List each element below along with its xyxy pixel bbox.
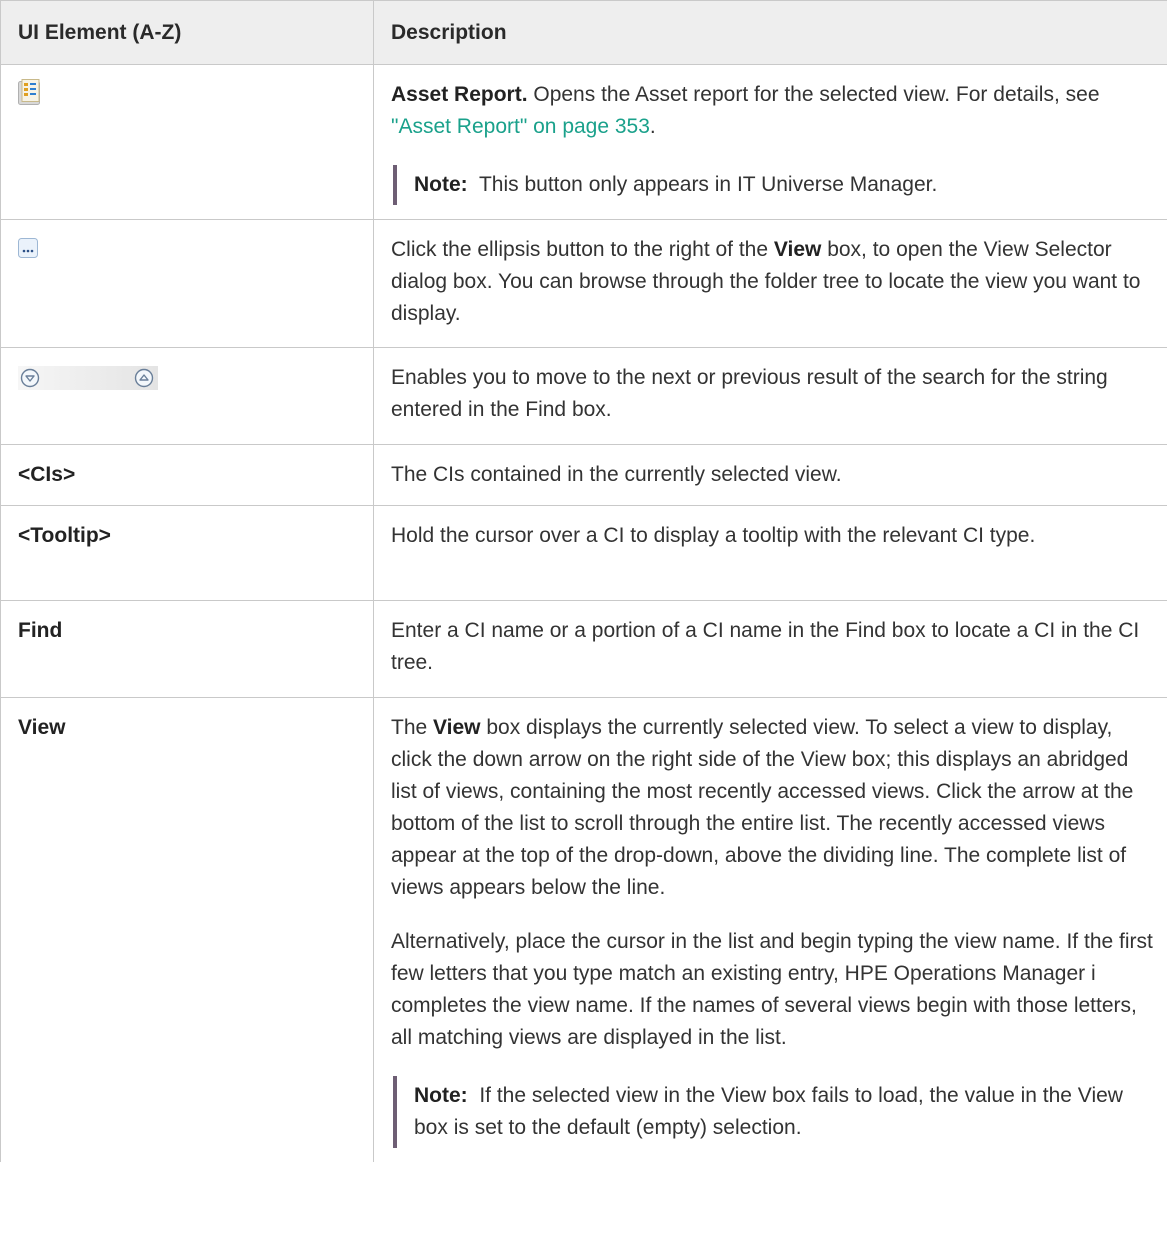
note-text: This button only appears in IT Universe … [467, 173, 938, 196]
description-text: Asset Report. Opens the Asset report for… [391, 79, 1159, 143]
note-text: If the selected view in the View box fai… [414, 1084, 1129, 1139]
note-label: Note: [414, 1084, 468, 1107]
description-cell: Asset Report. Opens the Asset report for… [373, 64, 1167, 220]
view-term: View [433, 716, 481, 739]
table-header-row: UI Element (A-Z) Description [0, 0, 1167, 65]
description-segment: Opens the Asset report for the selected … [527, 83, 1100, 106]
note-callout: Note: If the selected view in the View b… [393, 1076, 1159, 1148]
description-cell: The View box displays the currently sele… [373, 697, 1167, 1162]
ui-elements-table: UI Element (A-Z) Description Asset Repor… [0, 0, 1167, 1162]
table-row: View The View box displays the currently… [0, 697, 1167, 1162]
table-row: Enables you to move to the next or previ… [0, 347, 1167, 445]
note-label: Note: [414, 173, 468, 196]
description-segment: . [649, 115, 656, 138]
description-cell: The CIs contained in the currently selec… [373, 444, 1167, 506]
asset-report-label: Asset Report. [391, 83, 528, 106]
description-segment: box displays the currently selected view… [391, 716, 1134, 899]
table-row: Find Enter a CI name or a portion of a C… [0, 600, 1167, 698]
table-row: Asset Report. Opens the Asset report for… [0, 64, 1167, 220]
note-callout: Note: This button only appears in IT Uni… [393, 165, 1159, 205]
description-text: The View box displays the currently sele… [391, 712, 1159, 904]
previous-result-icon [134, 368, 154, 388]
asset-report-icon [18, 79, 42, 115]
description-segment: Click the ellipsis button to the right o… [391, 238, 774, 261]
header-description: Description [373, 0, 1167, 65]
element-cell [0, 219, 374, 348]
ellipsis-icon [18, 234, 38, 268]
description-cell: Click the ellipsis button to the right o… [373, 219, 1167, 348]
next-result-icon [18, 366, 158, 390]
element-cell [0, 347, 374, 445]
element-cell [0, 64, 374, 220]
element-cell: <CIs> [0, 444, 374, 506]
description-cell: Enter a CI name or a portion of a CI nam… [373, 600, 1167, 698]
table-row: Click the ellipsis button to the right o… [0, 219, 1167, 348]
table-row: <Tooltip> Hold the cursor over a CI to d… [0, 505, 1167, 601]
view-term: View [773, 238, 822, 261]
table-row: <CIs> The CIs contained in the currently… [0, 444, 1167, 506]
navigation-icons [18, 362, 365, 394]
description-cell: Hold the cursor over a CI to display a t… [373, 505, 1167, 601]
element-cell: <Tooltip> [0, 505, 374, 601]
description-text: Click the ellipsis button to the right o… [391, 234, 1159, 330]
element-cell: Find [0, 600, 374, 698]
description-segment: The [391, 716, 434, 739]
description-cell: Enables you to move to the next or previ… [373, 347, 1167, 445]
description-text: Alternatively, place the cursor in the l… [391, 930, 1153, 1049]
element-cell: View [0, 697, 374, 1162]
header-ui-element: UI Element (A-Z) [0, 0, 374, 65]
asset-report-link[interactable]: "Asset Report" on page 353 [391, 115, 650, 138]
